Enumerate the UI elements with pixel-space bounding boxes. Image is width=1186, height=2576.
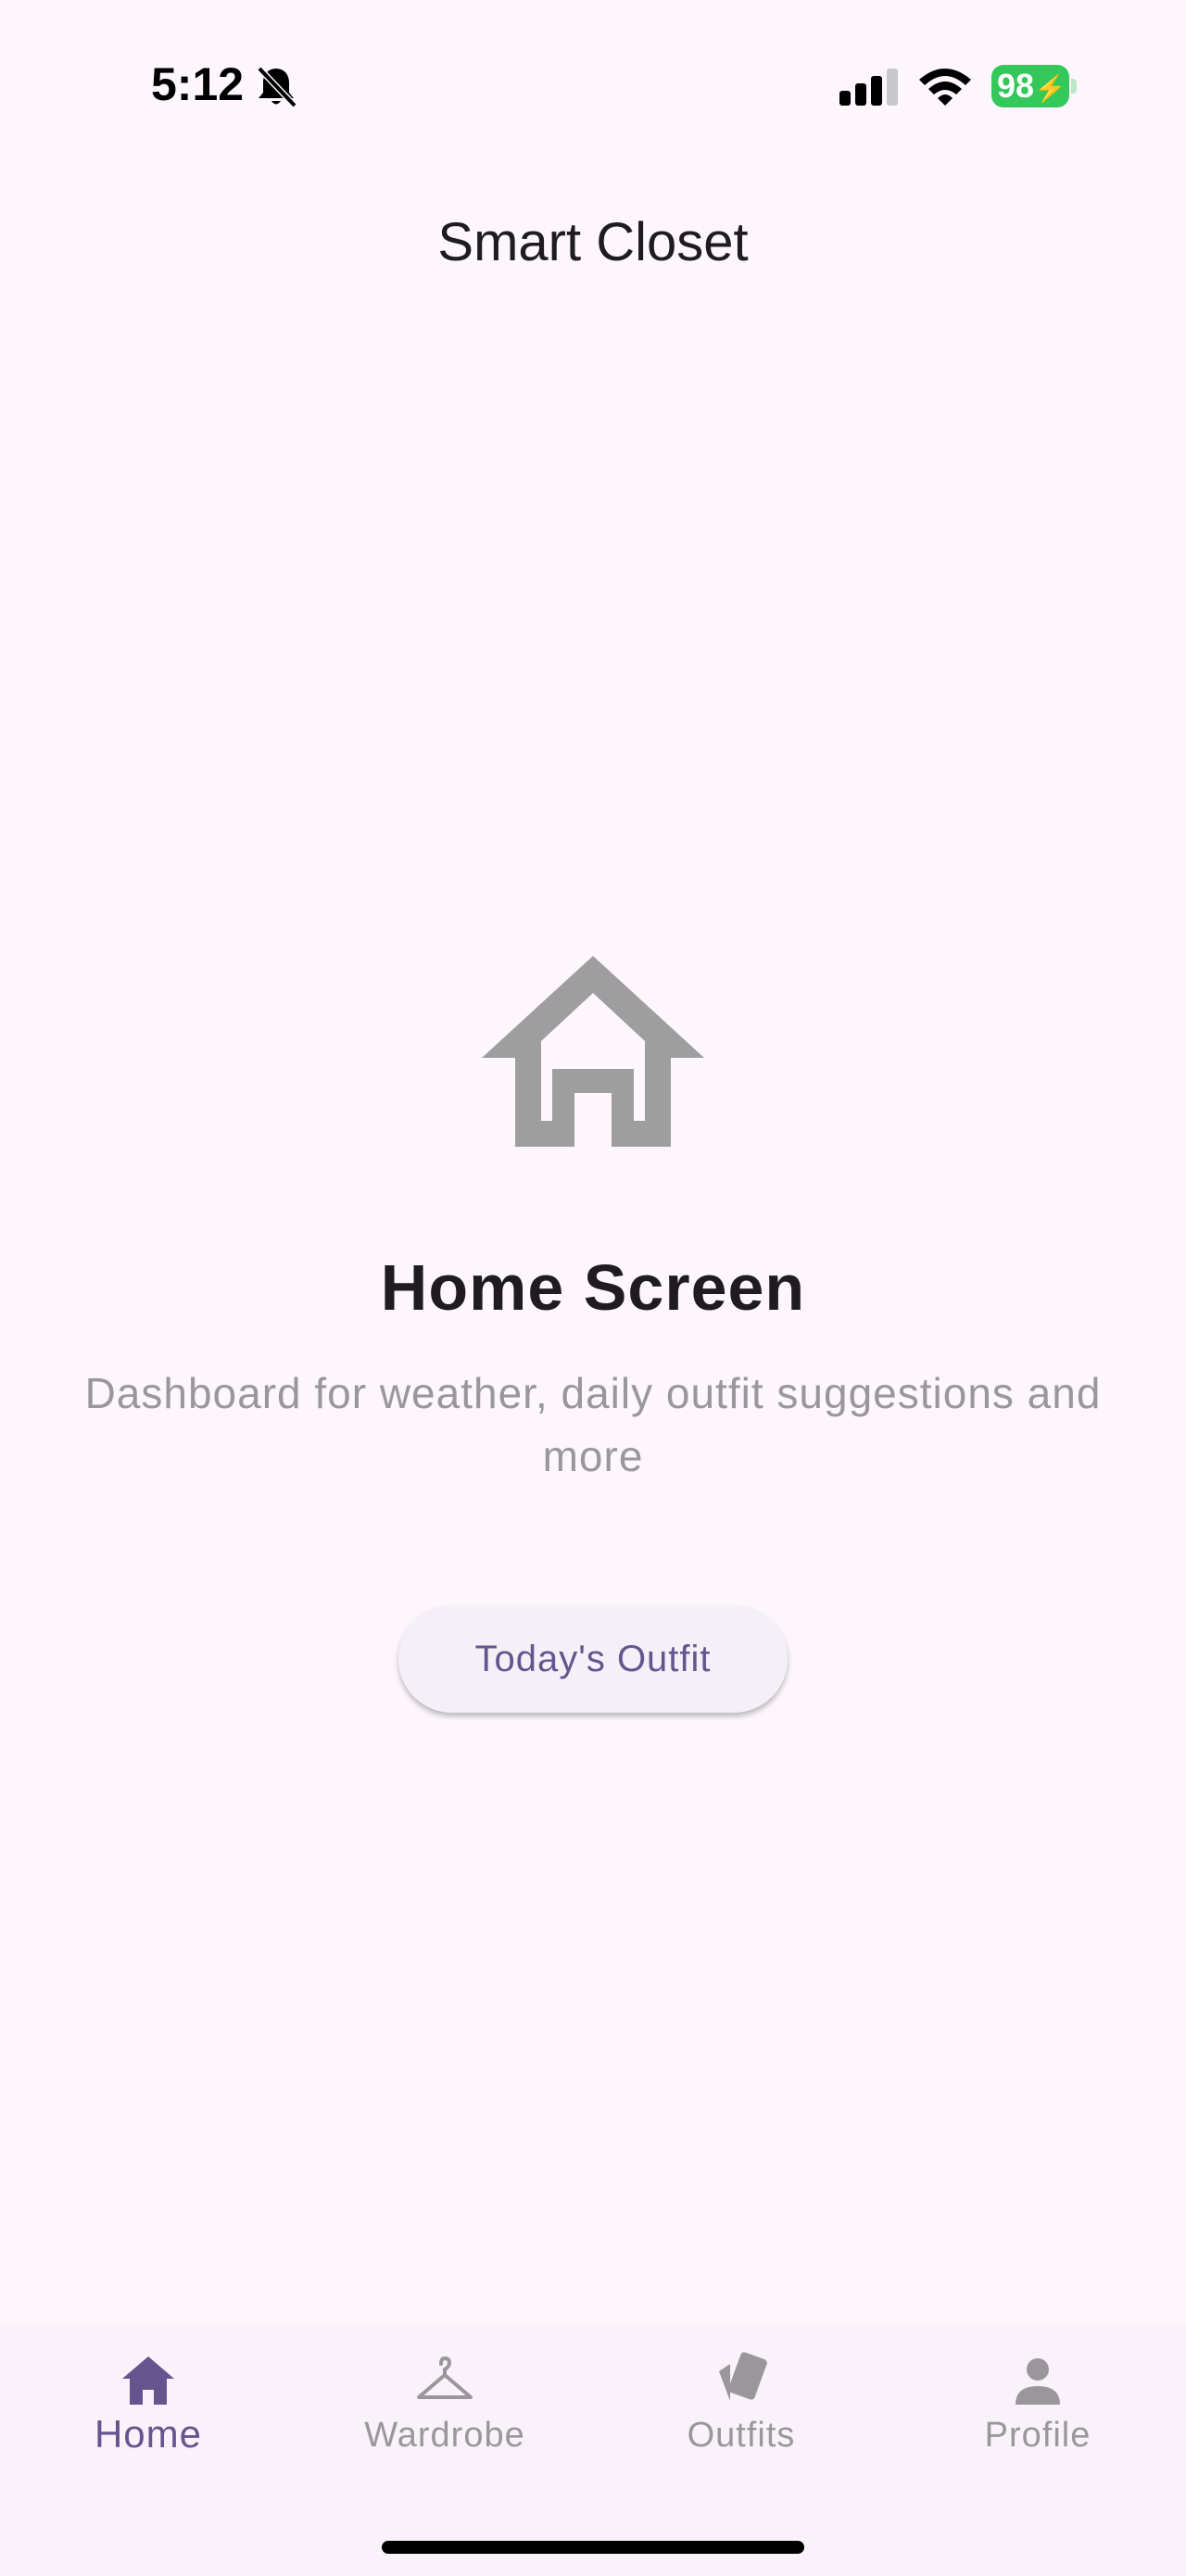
todays-outfit-button[interactable]: Today's Outfit bbox=[398, 1605, 788, 1713]
screen-subtitle: Dashboard for weather, daily outfit sugg… bbox=[84, 1369, 1102, 1480]
nav-item-profile[interactable]: Profile bbox=[890, 2323, 1186, 2490]
wifi-icon bbox=[919, 69, 971, 106]
battery-level: 98⚡ bbox=[991, 65, 1069, 107]
status-bar: 5:12 98⚡ bbox=[0, 0, 1186, 167]
nav-item-wardrobe[interactable]: Wardrobe bbox=[296, 2323, 593, 2490]
nav-label-profile: Profile bbox=[984, 2416, 1091, 2455]
battery-cap bbox=[1071, 79, 1077, 94]
battery-charging-icon: 98⚡ bbox=[991, 65, 1077, 107]
nav-label-wardrobe: Wardrobe bbox=[364, 2416, 525, 2455]
signal-icon bbox=[839, 69, 898, 106]
nav-label-outfits: Outfits bbox=[687, 2416, 796, 2455]
nav-item-outfits[interactable]: Outfits bbox=[593, 2323, 890, 2490]
bolt-icon: ⚡ bbox=[1034, 74, 1066, 103]
app-title: Smart Closet bbox=[437, 212, 749, 272]
home-icon bbox=[122, 2356, 174, 2405]
home-outline-icon bbox=[482, 956, 704, 1147]
nav-label-home: Home bbox=[94, 2412, 203, 2456]
status-time: 5:12 bbox=[151, 58, 245, 110]
cards-icon bbox=[719, 2352, 767, 2401]
screen-title: Home Screen bbox=[380, 1251, 806, 1324]
home-illustration bbox=[0, 954, 1186, 1149]
person-icon bbox=[1016, 2358, 1060, 2405]
bottom-navigation: Home Wardrobe Outfits Profile bbox=[0, 2323, 1186, 2576]
home-indicator[interactable] bbox=[382, 2541, 804, 2554]
bell-slash-icon bbox=[257, 66, 297, 108]
battery-percent: 98 bbox=[997, 67, 1035, 105]
hanger-icon bbox=[417, 2356, 473, 2399]
nav-item-home[interactable]: Home bbox=[0, 2323, 296, 2490]
